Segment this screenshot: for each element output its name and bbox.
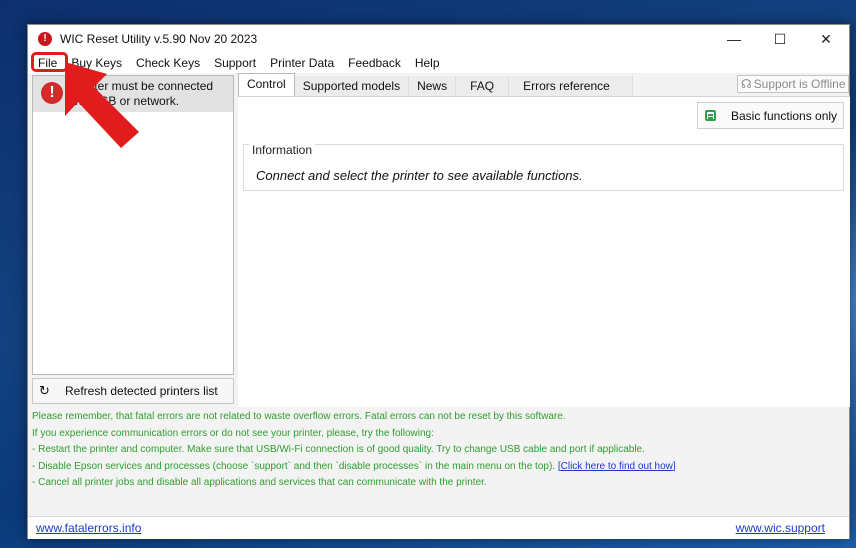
close-button[interactable]: ✕ xyxy=(803,25,849,53)
note-line: Please remember, that fatal errors are n… xyxy=(32,411,566,422)
fatalerrors-link[interactable]: www.fatalerrors.info xyxy=(36,521,141,535)
menu-support[interactable]: Support xyxy=(207,53,263,73)
tab-news[interactable]: News xyxy=(409,76,457,96)
support-status-badge[interactable]: ☊ Support is Offline xyxy=(737,75,849,93)
information-title: Information xyxy=(249,143,316,157)
help-notes: Please remember, that fatal errors are n… xyxy=(32,409,846,514)
status-footer: www.fatalerrors.info www.wic.support xyxy=(28,516,849,539)
tab-supported-models[interactable]: Supported models xyxy=(294,76,410,96)
app-window: ! WIC Reset Utility v.5.90 Nov 20 2023 —… xyxy=(27,24,850,539)
menu-printer-data[interactable]: Printer Data xyxy=(263,53,341,73)
find-out-how-link[interactable]: [Click here to find out how] xyxy=(558,461,676,472)
tab-control[interactable]: Control xyxy=(238,73,295,96)
headset-icon: ☊ xyxy=(741,77,752,91)
window-controls: — ☐ ✕ xyxy=(711,25,849,53)
basic-functions-label: Basic functions only xyxy=(731,108,838,123)
information-message: Connect and select the printer to see av… xyxy=(256,168,583,183)
warning-icon: ! xyxy=(41,82,63,104)
tab-faq[interactable]: FAQ xyxy=(456,76,510,96)
red-annotation-arrow-icon xyxy=(65,62,139,148)
list-icon xyxy=(705,110,716,121)
note-line: - Disable Epson services and processes (… xyxy=(32,459,846,476)
tab-errors-reference[interactable]: Errors reference xyxy=(509,76,633,96)
control-tab-panel: Basic functions only Information Connect… xyxy=(238,96,850,407)
menu-feedback[interactable]: Feedback xyxy=(341,53,408,73)
information-group: Information Connect and select the print… xyxy=(243,143,844,191)
title-bar: ! WIC Reset Utility v.5.90 Nov 20 2023 —… xyxy=(28,25,849,53)
note-text: - Disable Epson services and processes (… xyxy=(32,460,556,472)
menu-bar: File Buy Keys Check Keys Support Printer… xyxy=(28,53,849,73)
support-status-text: Support is Offline xyxy=(753,77,846,91)
refresh-icon: ↻ xyxy=(39,383,50,398)
note-line: - Restart the printer and computer. Make… xyxy=(32,444,645,455)
refresh-printers-button[interactable]: ↻ Refresh detected printers list xyxy=(32,378,234,404)
note-line: - Cancel all printer jobs and disable al… xyxy=(32,477,487,488)
menu-help[interactable]: Help xyxy=(408,53,447,73)
note-line: If you experience communication errors o… xyxy=(32,427,434,439)
window-title: WIC Reset Utility v.5.90 Nov 20 2023 xyxy=(60,32,258,46)
basic-functions-button[interactable]: Basic functions only xyxy=(697,102,844,129)
maximize-button[interactable]: ☐ xyxy=(757,25,803,53)
app-logo-icon: ! xyxy=(38,32,52,46)
minimize-button[interactable]: — xyxy=(711,25,757,53)
refresh-label: Refresh detected printers list xyxy=(65,384,218,398)
wic-support-link[interactable]: www.wic.support xyxy=(736,521,825,535)
